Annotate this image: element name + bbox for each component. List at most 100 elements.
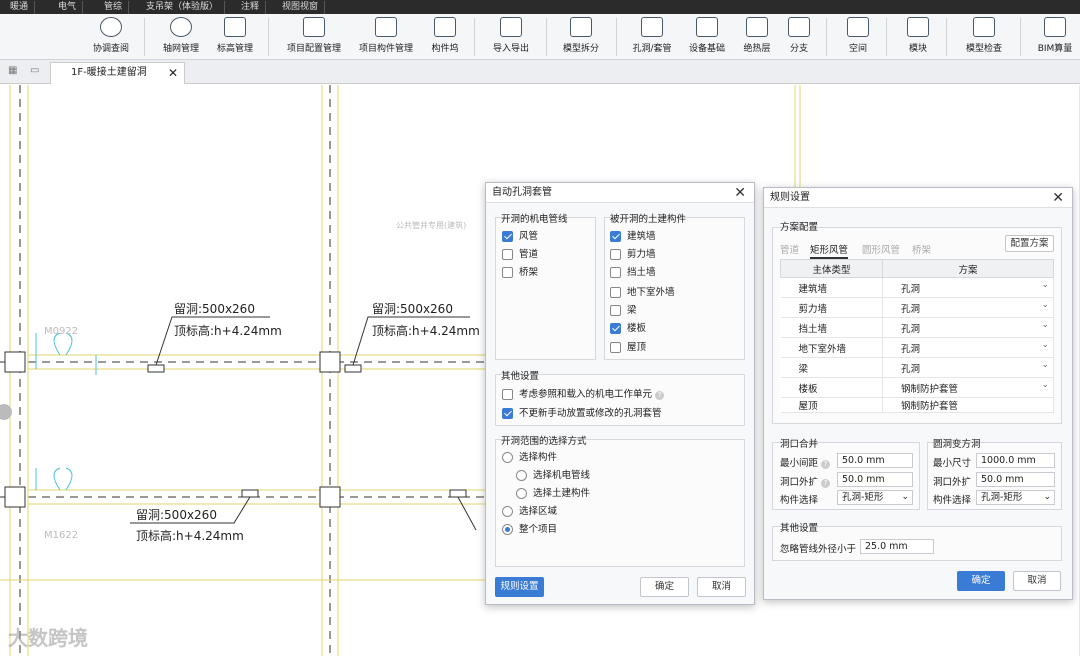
watermark: 大数跨境	[8, 626, 88, 650]
checkbox-no-update-manual[interactable]: 不更新手动放置或修改的孔洞套管	[502, 407, 662, 421]
elevation-manage-button[interactable]: 标高管理	[212, 17, 258, 59]
axis-manage-button[interactable]: 轴网管理	[158, 17, 204, 59]
window-icon[interactable]: ▭	[30, 65, 42, 77]
subtab-round-duct[interactable]: 圆形风管	[862, 242, 900, 256]
close-icon[interactable]: ✕	[1052, 188, 1064, 208]
cancel-button[interactable]: 取消	[1013, 571, 1061, 591]
model-split-button[interactable]: 模型拆分	[558, 17, 604, 59]
config-scheme-button[interactable]: 配置方案	[1005, 235, 1054, 252]
project-component-button[interactable]: 项目构件管理	[354, 17, 418, 59]
equipment-base-button[interactable]: 设备基础	[684, 17, 730, 59]
help-icon[interactable]: ?	[821, 460, 831, 469]
component-dock-button[interactable]: 构件坞	[426, 17, 464, 59]
toolbar-divider	[946, 18, 947, 56]
radio-select-component[interactable]: 选择构件	[502, 451, 557, 465]
min-gap-input[interactable]: 50.0 mm	[837, 453, 913, 468]
insulation-icon	[746, 17, 768, 37]
radio-select-area[interactable]: 选择区域	[502, 505, 557, 519]
door-tag: M1622	[44, 530, 79, 541]
component-select[interactable]: 孔洞-矩形	[976, 490, 1055, 505]
checkbox-icon	[502, 267, 513, 278]
checkbox-beam[interactable]: 梁	[610, 304, 637, 318]
min-size-input[interactable]: 1000.0 mm	[976, 453, 1055, 468]
scheme-select[interactable]: 钢制防护套管	[882, 397, 1054, 413]
equipment-base-icon	[696, 17, 718, 37]
checkbox-pipe[interactable]: 管道	[502, 248, 538, 262]
checkbox-slab[interactable]: 楼板	[610, 322, 646, 336]
checkbox-arch-wall[interactable]: 建筑墙	[610, 230, 656, 244]
checkbox-shear-wall[interactable]: 剪力墙	[610, 248, 656, 262]
radio-select-mep[interactable]: 选择机电管线	[516, 469, 590, 483]
model-check-button[interactable]: 模型检查	[960, 17, 1008, 59]
scheme-select[interactable]: 孔洞	[882, 317, 1054, 338]
ribbon-tab-annotation[interactable]: 注释	[235, 1, 267, 14]
ok-button[interactable]: 确定	[640, 577, 689, 597]
table-row[interactable]: 屋顶 钢制防护套管	[780, 397, 1054, 413]
branch-icon	[788, 17, 810, 37]
insulation-button[interactable]: 绝热层	[738, 17, 776, 59]
subtab-rect-duct[interactable]: 矩形风管	[810, 242, 849, 259]
scheme-select[interactable]: 孔洞	[882, 357, 1054, 378]
grid-view-icon[interactable]: ▦	[8, 65, 20, 77]
table-row[interactable]: 剪力墙 孔洞	[780, 297, 1054, 318]
hole-label: 留洞:500x260	[136, 508, 217, 522]
expand-input[interactable]: 50.0 mm	[837, 472, 913, 487]
ribbon-tab-pipes[interactable]: 管综	[98, 1, 130, 14]
document-tab[interactable]: 1F-暖接土建留洞 ✕	[50, 62, 185, 84]
module-icon	[907, 17, 929, 37]
rule-settings-button[interactable]: 规则设置	[495, 577, 544, 597]
scheme-select[interactable]: 钢制防护套管	[882, 377, 1054, 398]
radio-icon	[502, 452, 513, 463]
ignore-pipe-input[interactable]: 25.0 mm	[860, 539, 934, 554]
collab-view-button[interactable]: 协调查阅	[88, 17, 134, 59]
ribbon-tab-view[interactable]: 视图视窗	[276, 1, 326, 14]
table-row[interactable]: 楼板 钢制防护套管	[780, 377, 1054, 398]
import-export-button[interactable]: 导入导出	[488, 17, 534, 59]
project-config-button[interactable]: 项目配置管理	[282, 17, 346, 59]
table-row[interactable]: 挡土墙 孔洞	[780, 317, 1054, 338]
cancel-button[interactable]: 取消	[697, 577, 746, 597]
elevation-label: 顶标高:h+4.24mm	[372, 324, 480, 338]
space-button[interactable]: 空间	[842, 17, 874, 59]
subtab-tray[interactable]: 桥架	[912, 242, 931, 256]
table-row[interactable]: 梁孔洞	[780, 357, 1054, 378]
checkbox-tray[interactable]: 桥架	[502, 266, 538, 280]
bim-quantity-icon	[1044, 17, 1066, 37]
table-row[interactable]: 建筑墙 孔洞	[780, 277, 1054, 298]
subtab-pipe[interactable]: 管道	[780, 242, 799, 256]
toolbar-divider	[144, 18, 145, 56]
radio-select-civil[interactable]: 选择土建构件	[516, 487, 590, 501]
checkbox-roof[interactable]: 屋顶	[610, 341, 646, 355]
checkbox-duct[interactable]: 风管	[502, 230, 538, 244]
checkbox-retaining-wall[interactable]: 挡土墙	[610, 266, 656, 280]
checkbox-basement-wall[interactable]: 地下室外墙	[610, 286, 675, 300]
scheme-select[interactable]: 孔洞	[882, 277, 1054, 298]
toolbar-divider	[826, 18, 827, 56]
help-icon[interactable]: ?	[821, 479, 831, 488]
axis-circle-icon	[170, 17, 192, 37]
toolbar: 协调查阅 轴网管理 标高管理 项目配置管理 项目构件管理 构件坞 导入导出 模型…	[0, 14, 1080, 60]
ribbon-tab-hvac[interactable]: 暖通	[4, 1, 36, 14]
ribbon-tab-electrical[interactable]: 电气	[52, 1, 84, 14]
radio-whole-project[interactable]: 整个项目	[502, 523, 557, 537]
toolbar-divider	[268, 18, 269, 56]
bim-quantity-button[interactable]: BIM算量	[1032, 17, 1078, 59]
component-select-label: 构件选择	[780, 495, 819, 506]
table-row[interactable]: 地下室外墙 孔洞	[780, 337, 1054, 358]
ribbon-tab-hangers[interactable]: 支吊架（体验版）	[140, 1, 226, 14]
checkbox-consider-reference[interactable]: 考虑参照和载入的机电工作单元?	[502, 388, 665, 402]
checkbox-icon	[502, 408, 513, 419]
ok-button[interactable]: 确定	[957, 571, 1005, 591]
close-icon[interactable]: ✕	[734, 183, 746, 203]
expand-input[interactable]: 50.0 mm	[976, 472, 1055, 487]
group-title: 被开洞的土建构件	[610, 214, 687, 225]
hole-sleeve-button[interactable]: 孔洞/套管	[628, 17, 676, 59]
module-button[interactable]: 模块	[902, 17, 934, 59]
branch-button[interactable]: 分支	[784, 17, 814, 59]
scheme-select[interactable]: 孔洞	[882, 337, 1054, 358]
component-select[interactable]: 孔洞-矩形	[837, 490, 913, 505]
close-icon[interactable]: ✕	[168, 63, 178, 83]
help-icon[interactable]: ?	[655, 391, 665, 400]
body-type-cell: 剪力墙	[780, 297, 883, 318]
scheme-select[interactable]: 孔洞	[882, 297, 1054, 318]
